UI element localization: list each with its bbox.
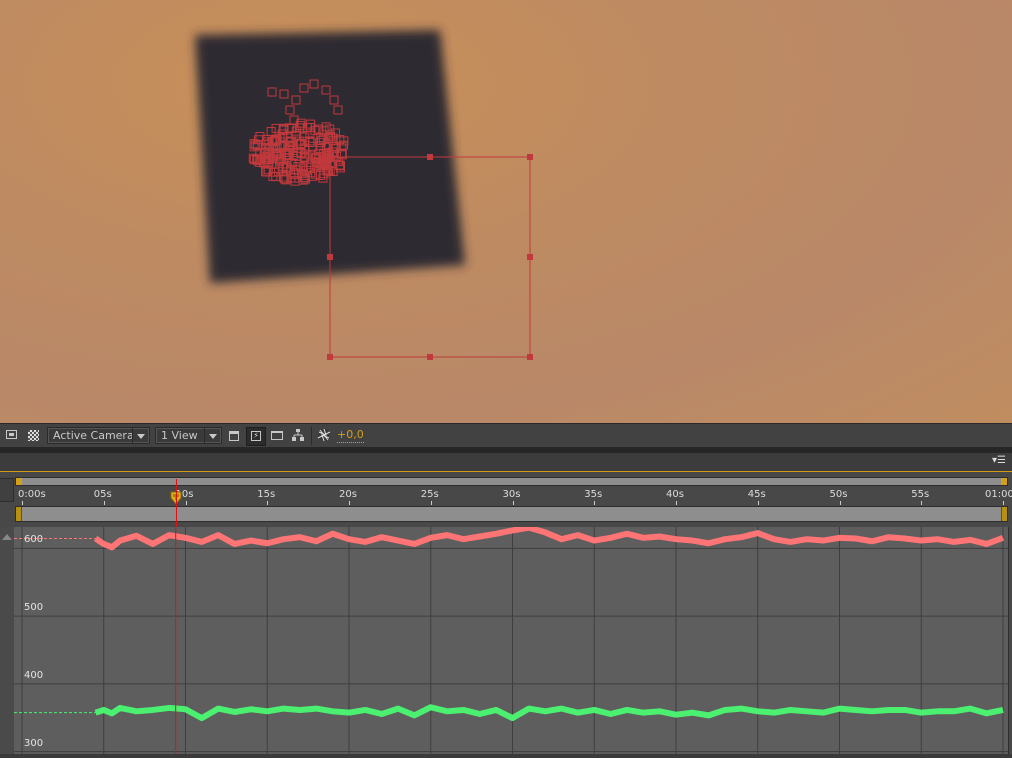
chevron-down-icon: [132, 428, 149, 443]
time-tick-label: 25s: [420, 489, 439, 500]
time-tick-mark: [1003, 501, 1004, 505]
timeline-icon[interactable]: [270, 427, 284, 444]
handle-bl[interactable]: [327, 354, 333, 360]
time-tick-label: 15s: [257, 489, 276, 500]
flowchart-icon[interactable]: [291, 427, 305, 444]
time-tick-label: 40s: [666, 489, 684, 500]
graph-scrollbar[interactable]: [1008, 527, 1012, 754]
camera-dropdown-label: Active Camera: [53, 429, 134, 442]
navigator-end-handle[interactable]: [1001, 478, 1007, 485]
viewer-canvas: [195, 30, 533, 360]
scroll-up-icon[interactable]: [2, 534, 12, 540]
time-tick-label: 01:00: [985, 489, 1012, 500]
time-tick-mark: [512, 501, 514, 505]
graph-canvas: [14, 524, 1008, 754]
time-tick-label: 45s: [747, 489, 766, 500]
work-area-end-handle[interactable]: [1001, 507, 1007, 521]
playhead-ruler-line: [175, 479, 177, 527]
fast-previews-icon[interactable]: ⚡: [246, 427, 266, 446]
handle-mr[interactable]: [527, 254, 533, 260]
time-tick-mark: [185, 501, 187, 505]
time-tick-mark: [594, 501, 596, 505]
handle-tm[interactable]: [427, 154, 433, 160]
time-tick-label: 55s: [911, 489, 930, 500]
time-tick-mark: [267, 501, 269, 505]
time-navigator-bar[interactable]: [15, 477, 1008, 486]
graph-left-column: [0, 527, 15, 754]
time-tick-label: 30s: [502, 489, 521, 500]
time-tick-mark: [349, 501, 350, 505]
navigator-start-handle[interactable]: [16, 478, 22, 485]
y-axis-label: 600: [24, 534, 44, 546]
time-tick-mark: [839, 501, 841, 505]
time-tick-label: 35s: [584, 489, 603, 500]
time-tick-mark: [430, 501, 432, 505]
time-tick-mark: [103, 501, 105, 505]
y-position-curve: [94, 704, 1004, 722]
ruler-left-edge: [0, 478, 14, 502]
x-position-curve: [93, 524, 1005, 551]
time-tick-label: 50s: [829, 489, 848, 500]
time-tick-mark: [676, 501, 677, 505]
y-axis-label: 300: [24, 737, 44, 749]
camera-dropdown[interactable]: Active Camera: [47, 427, 150, 444]
time-tick-mark: [921, 501, 923, 505]
handle-br[interactable]: [527, 354, 533, 360]
view-layout-label: 1 View: [161, 429, 198, 442]
time-tick-mark: [757, 501, 759, 505]
time-tick-label: 0:00s: [18, 489, 46, 500]
y-axis-label: 500: [24, 602, 44, 614]
region-of-interest-icon[interactable]: [5, 427, 19, 444]
handle-tr[interactable]: [527, 154, 533, 160]
handle-tl[interactable]: [327, 154, 333, 160]
time-tick-label: 05s: [93, 489, 112, 500]
work-area-bar[interactable]: [15, 506, 1008, 522]
viewer-toolbar: Active Camera 1 View ⚡ +0,0: [0, 423, 1012, 448]
chevron-down-icon: [204, 428, 221, 443]
toolbar-divider: [311, 427, 312, 445]
transparency-grid-icon[interactable]: [27, 427, 41, 444]
view-layout-dropdown[interactable]: 1 View: [155, 427, 222, 444]
work-area-start-handle[interactable]: [16, 507, 22, 521]
reset-exposure-icon[interactable]: [316, 427, 332, 444]
panel-menu-icon[interactable]: ▾☰: [992, 456, 1006, 468]
composition-viewer[interactable]: [0, 0, 1012, 423]
time-tick-label: 20s: [339, 489, 357, 500]
time-ruler: 0:00s 05s 10s 15s 20s 25s 30s 35s 40s 45s 50s 55s 01…: [0, 472, 1012, 528]
y-axis-label: 400: [24, 669, 44, 681]
time-tick-mark: [22, 501, 23, 505]
toggle-view-options-icon[interactable]: [228, 427, 240, 444]
exposure-value[interactable]: +0,0: [337, 429, 364, 443]
graph-panel-header: ▾☰: [0, 453, 1012, 472]
graph-editor[interactable]: 600 500 400 300: [14, 524, 1008, 754]
handle-ml[interactable]: [327, 254, 333, 260]
handle-bm[interactable]: [427, 354, 433, 360]
